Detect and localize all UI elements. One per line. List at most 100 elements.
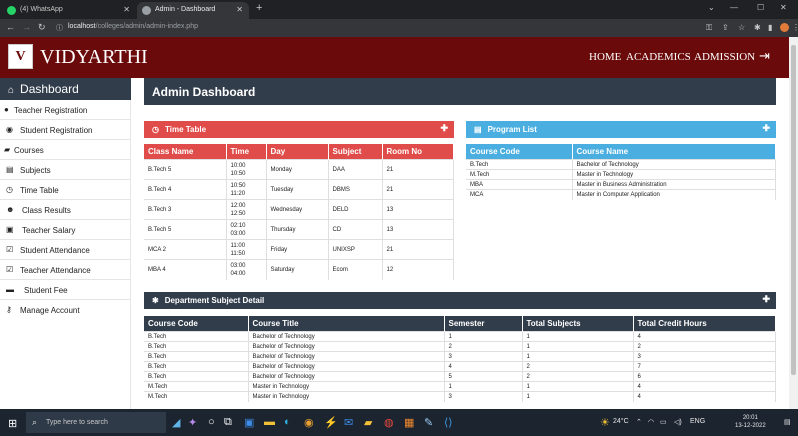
network-icon[interactable]: ◠ [648,418,654,426]
sidebar-item-student-registration[interactable]: ◉ Student Registration [0,120,131,140]
time-cell: 10:00 10:50 [226,159,267,180]
sidebar-item-label: Teacher Registration [14,106,88,115]
nav-home[interactable]: HOME [589,51,621,63]
url-field[interactable]: localhost/colleges/admin/admin-index.php [68,23,198,30]
app-icon[interactable]: ◢ [172,416,180,429]
sidebar-item-class-results[interactable]: ☻ Class Results [0,200,131,220]
task-view-icon[interactable]: ⧉ [224,416,232,429]
bolt-icon[interactable]: ⚡ [324,416,338,429]
page-scrollbar[interactable] [789,37,798,409]
search-placeholder: Type here to search [46,419,108,426]
table-row: MBA 4 03:00 04:00 Saturday Ecom 12 [144,259,454,280]
tab-title: (4) WhatsApp [20,6,63,13]
course-name-cell: Master in Computer Application [572,189,776,200]
share-icon[interactable]: ⇪ [722,23,729,32]
profile-avatar[interactable] [780,23,789,32]
minimize-button[interactable]: — [730,3,738,12]
tray-chevron-icon[interactable]: ⌃ [636,418,642,426]
sidebar-dashboard[interactable]: ⌂ Dashboard [0,78,131,100]
cortana-icon[interactable]: ○ [208,416,215,428]
language-indicator[interactable]: ENG [690,418,705,425]
new-tab-button[interactable]: + [256,2,262,14]
time-cell: 11:00 11:50 [226,239,267,260]
sidebar-item-student-attendance[interactable]: ☑ Student Attendance [0,240,131,260]
extensions-icon[interactable]: ✱ [754,23,761,32]
sidebar-item-teacher-attendance[interactable]: ☑ Teacher Attendance [0,260,131,280]
user-circle-icon: ◉ [6,125,13,134]
battery-icon[interactable]: ▭ [660,418,667,426]
add-dept-subject-button[interactable]: ✚ [762,294,770,305]
windows-start-icon[interactable]: ⊞ [8,417,17,430]
sidebar-item-teacher-salary[interactable]: ▣ Teacher Salary [0,220,131,240]
store-icon[interactable]: ▣ [244,416,254,429]
sidebar-item-courses[interactable]: ▰ Courses [0,140,131,160]
sidebar-item-manage-account[interactable]: ⚷ Manage Account [0,300,131,320]
course-code-cell: M.Tech [144,381,249,392]
menu-icon[interactable]: ⋮ [792,23,798,32]
brand-name[interactable]: VIDYARTHI [40,46,148,69]
site-info-icon[interactable]: ⓘ [56,23,63,33]
close-tab-icon[interactable]: ✕ [236,5,243,14]
folder-icon[interactable]: ▰ [364,416,372,429]
dept-subject-header: ✱ Department Subject Detail ✚ [144,292,776,309]
room-cell: 12 [382,259,454,280]
weather-icon[interactable]: ☀ [600,416,610,429]
sidebar-item-student-fee[interactable]: ▬ Student Fee [0,280,131,300]
nav-academics[interactable]: ACADEMICS [626,51,691,63]
chrome-icon[interactable]: ◍ [384,416,394,429]
close-window-button[interactable]: ✕ [780,3,787,12]
weather-text[interactable]: 24°C [613,418,629,425]
notifications-icon[interactable]: ▤ [784,418,791,426]
credit-hours-cell: 4 [633,381,776,392]
tab-search-icon[interactable]: ⌄ [708,3,715,12]
course-code-cell: M.Tech [144,391,249,402]
edge-icon[interactable]: ◐ [284,416,291,428]
add-program-button[interactable]: ✚ [762,123,770,134]
tab-admin-dashboard[interactable]: Admin - Dashboard ✕ [137,2,249,19]
scrollbar-thumb[interactable] [791,45,796,375]
time-start: 03:00 [230,262,246,269]
taskbar-search[interactable]: ⌕ Type here to search [26,412,166,433]
sidebar-item-time-table[interactable]: ◷ Time Table [0,180,131,200]
clock-icon: ◷ [6,185,13,194]
back-icon[interactable]: ← [6,22,15,32]
sidebar-item-subjects[interactable]: ▤ Subjects [0,160,131,180]
vscode-icon[interactable]: ⟨⟩ [444,416,453,429]
nav-admission[interactable]: ADMISSION [694,51,755,63]
sidepanel-icon[interactable]: ▮ [768,23,772,32]
column-header: Class Name [144,144,227,160]
forward-icon[interactable]: → [22,22,31,32]
time-cell: 03:00 04:00 [226,259,267,280]
sidebar-item-teacher-registration[interactable]: ● Teacher Registration [0,100,131,120]
clock[interactable]: 20:01 13-12-2022 [735,414,766,430]
key-icon[interactable]: ⚿ [706,23,712,33]
list-icon: ▤ [474,125,482,134]
program-list-table: Course Code Course Name B.Tech Bachelor o… [466,144,776,200]
logo[interactable]: V [8,44,33,69]
tab-whatsapp[interactable]: (4) WhatsApp ✕ [2,2,136,19]
timetable-title: Time Table [164,125,207,134]
volume-icon[interactable]: ◁) [674,418,682,426]
table-row: B.Tech Bachelor of Technology 3 1 3 [144,351,776,362]
app-icon[interactable]: ✦ [188,416,197,429]
program-list-header: ▤ Program List ✚ [466,121,776,138]
add-timetable-button[interactable]: ✚ [440,123,448,134]
total-subjects-cell: 1 [522,341,634,352]
room-cell: 13 [382,199,454,220]
mail-icon[interactable]: ✉ [344,416,353,429]
pen-icon[interactable]: ✎ [424,416,433,429]
course-name-cell: Bachelor of Technology [572,159,776,170]
table-row: B.Tech 5 02:10 03:00 Thursday CD 13 [144,219,454,240]
firefox-icon[interactable]: ◉ [304,416,314,429]
sign-out-icon[interactable]: ⇥ [759,48,770,64]
course-title-cell: Bachelor of Technology [248,351,445,362]
app-icon[interactable]: ▦ [404,416,414,429]
reload-icon[interactable]: ↻ [38,22,46,33]
day-cell: Wednesday [266,199,329,220]
bookmark-star-icon[interactable]: ☆ [738,23,745,32]
close-tab-icon[interactable]: ✕ [123,5,130,14]
file-explorer-icon[interactable]: ▬ [264,416,275,428]
maximize-button[interactable]: ☐ [757,3,764,12]
table-row: M.Tech Master in Technology 3 1 4 [144,391,776,402]
column-header: Course Code [144,316,249,332]
